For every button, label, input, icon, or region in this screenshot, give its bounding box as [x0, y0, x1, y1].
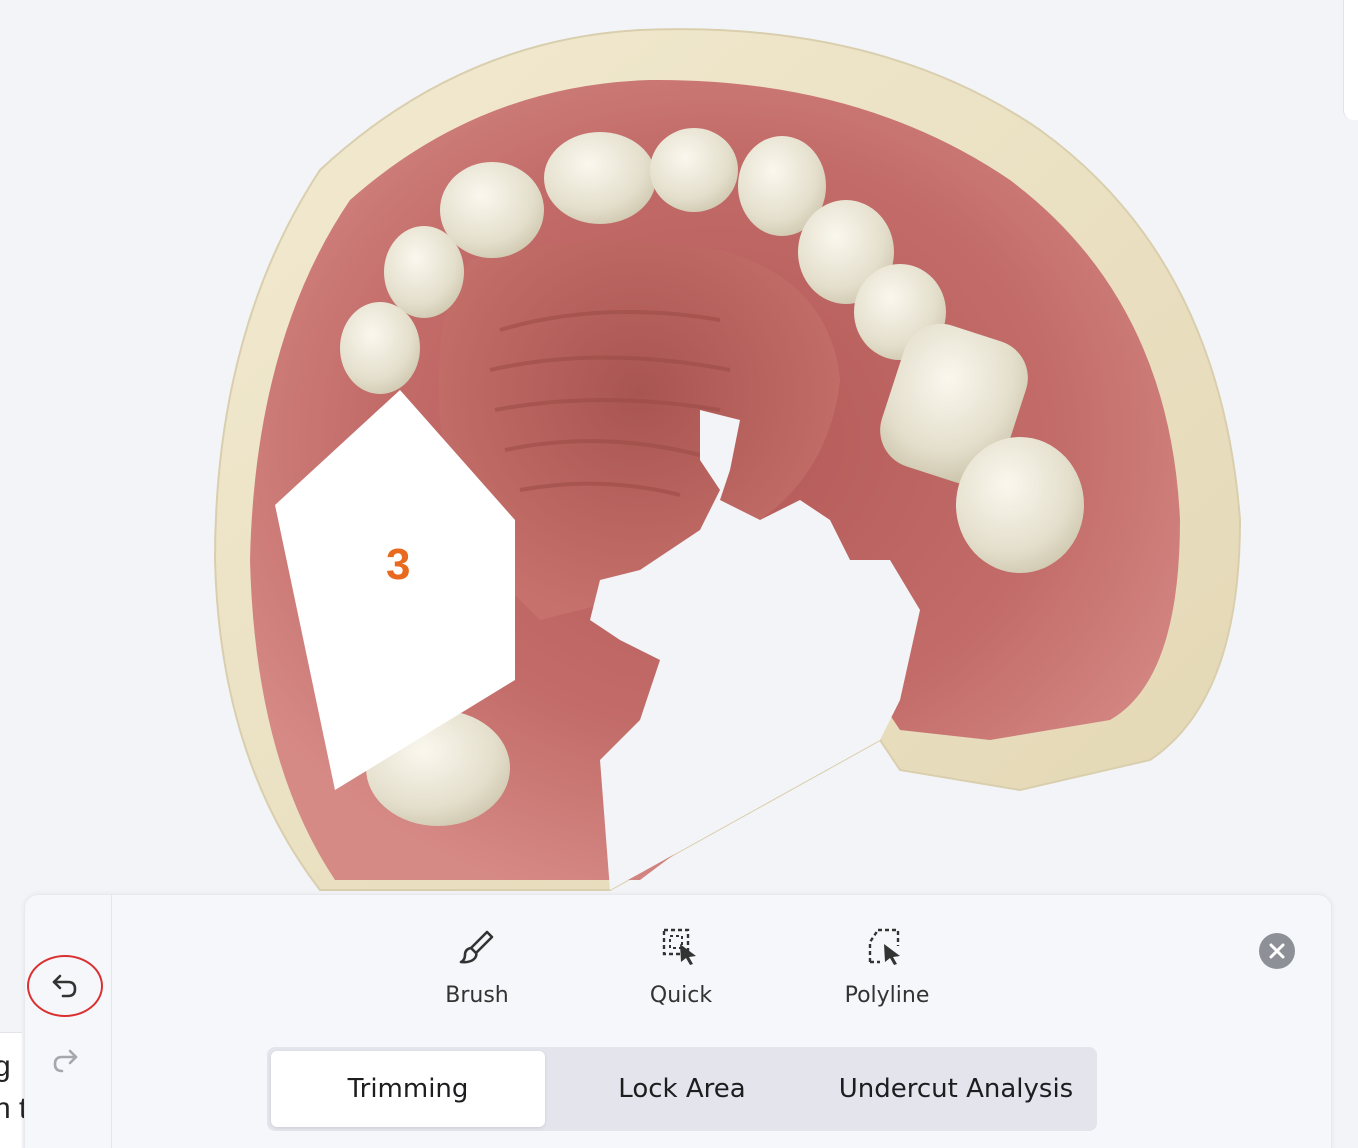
tab-lock-area[interactable]: Lock Area: [545, 1051, 819, 1127]
editing-toolbar: Brush Quick Polyline Trimming Lock Area …: [24, 894, 1332, 1148]
truncated-text-line: g: [0, 1050, 11, 1083]
tool-brush[interactable]: Brush: [417, 925, 537, 1008]
redo-button[interactable]: [43, 1041, 87, 1081]
undo-arrow-icon: [52, 974, 77, 998]
undo-button[interactable]: [27, 955, 103, 1017]
tool-quick[interactable]: Quick: [621, 925, 741, 1008]
tool-label: Polyline: [844, 983, 930, 1008]
marker-number: 3: [386, 540, 411, 589]
close-button[interactable]: [1259, 933, 1295, 969]
redo-arrow-icon: [53, 1049, 78, 1073]
polyline-select-icon: [865, 925, 909, 969]
history-controls: [25, 895, 112, 1148]
tab-undercut-analysis[interactable]: Undercut Analysis: [819, 1051, 1093, 1127]
brush-icon: [455, 925, 499, 969]
quick-select-icon: [659, 925, 703, 969]
tool-polyline[interactable]: Polyline: [827, 925, 947, 1008]
3d-viewport[interactable]: 3 g n t: [0, 0, 1358, 1148]
close-icon: [1269, 943, 1285, 959]
tab-trimming[interactable]: Trimming: [271, 1051, 545, 1127]
mode-tabs: Trimming Lock Area Undercut Analysis: [267, 1047, 1097, 1131]
dental-scan-model[interactable]: [0, 0, 1358, 900]
tool-label: Quick: [649, 983, 713, 1008]
tool-label: Brush: [445, 983, 509, 1008]
